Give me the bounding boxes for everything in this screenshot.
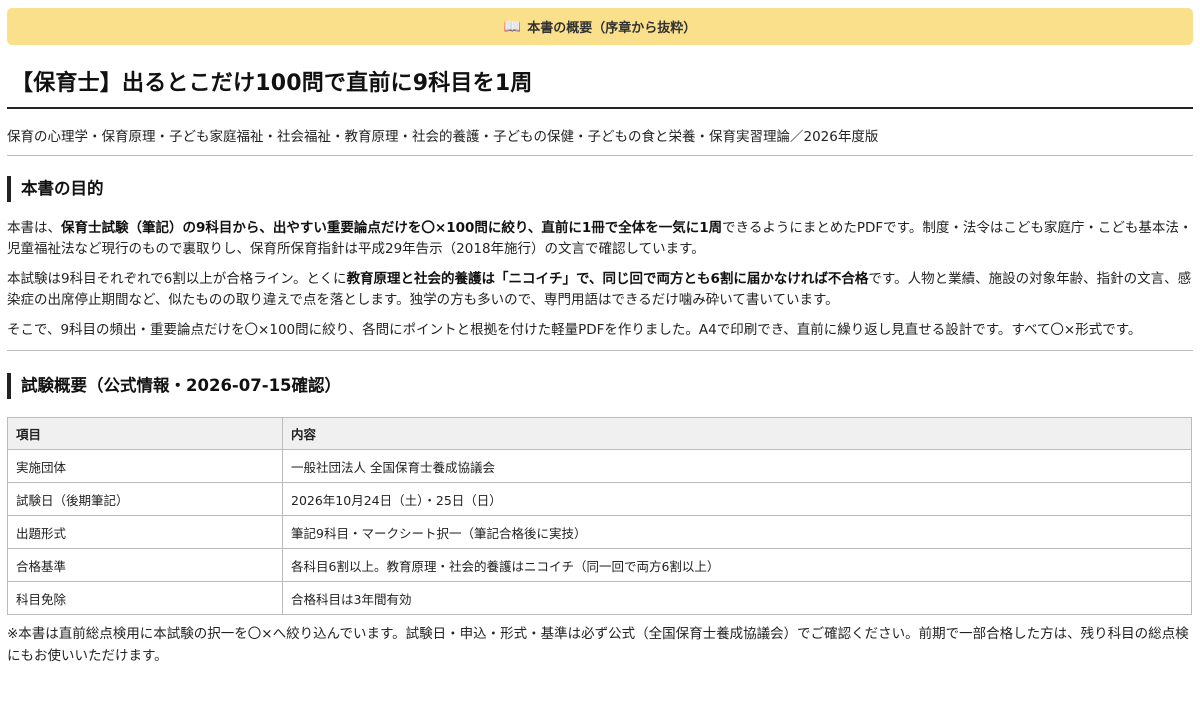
row-value: 筆記9科目・マークシート択一（筆記合格後に実技） — [282, 515, 1192, 549]
row-label: 合格基準 — [7, 548, 283, 582]
table-row: 出題形式 筆記9科目・マークシート択一（筆記合格後に実技） — [7, 515, 1192, 549]
purpose-heading: 本書の目的 — [7, 176, 1193, 202]
column-header-content: 内容 — [282, 417, 1192, 450]
row-label: 出題形式 — [7, 515, 283, 549]
emphasis-text: 教育原理と社会的養護は「ニコイチ」で、同じ回で両方とも6割に届かなければ不合格 — [346, 271, 869, 287]
emphasis-text: 保育士試験（筆記）の9科目から、出やすい重要論点だけを〇×100問に絞り、直前に… — [61, 220, 723, 236]
row-value: 各科目6割以上。教育原理・社会的養護はニコイチ（同一回で両方6割以上） — [282, 548, 1192, 582]
body-text: 本試験は9科目それぞれで6割以上が合格ライン。とくに — [7, 271, 347, 287]
book-icon: 📖 — [503, 18, 522, 35]
exam-heading: 試験概要（公式情報・2026-07-15確認） — [7, 373, 1193, 399]
column-header-item: 項目 — [7, 417, 283, 450]
page: 📖 本書の概要（序章から抜粋） 【保育士】出るとこだけ100問で直前に9科目を1… — [0, 0, 1200, 667]
row-value: 一般社団法人 全国保育士養成協議会 — [282, 449, 1192, 483]
subject-list: 保育の心理学・保育原理・子ども家庭福祉・社会福祉・教育原理・社会的養護・子どもの… — [7, 109, 1193, 156]
table-header-row: 項目 内容 — [7, 417, 1192, 450]
exam-table: 項目 内容 実施団体 一般社団法人 全国保育士養成協議会 試験日（後期筆記） 2… — [7, 417, 1192, 615]
banner-text: 本書の概要（序章から抜粋） — [527, 21, 697, 36]
table-row: 合格基準 各科目6割以上。教育原理・社会的養護はニコイチ（同一回で両方6割以上） — [7, 548, 1192, 582]
row-value: 2026年10月24日（土）・25日（日） — [282, 482, 1192, 516]
purpose-paragraph-2: 本試験は9科目それぞれで6割以上が合格ライン。とくに教育原理と社会的養護は「ニコ… — [7, 269, 1193, 311]
table-row: 試験日（後期筆記） 2026年10月24日（土）・25日（日） — [7, 482, 1192, 516]
page-title: 【保育士】出るとこだけ100問で直前に9科目を1周 — [7, 45, 1193, 109]
purpose-paragraph-3: そこで、9科目の頻出・重要論点だけを〇×100問に絞り、各問にポイントと根拠を付… — [7, 322, 1142, 338]
row-label: 科目免除 — [7, 581, 283, 615]
row-label: 試験日（後期筆記） — [7, 482, 283, 516]
table-row: 実施団体 一般社団法人 全国保育士養成協議会 — [7, 449, 1192, 483]
row-value: 合格科目は3年間有効 — [282, 581, 1192, 615]
body-text: 本書は、 — [7, 220, 61, 236]
table-row: 科目免除 合格科目は3年間有効 — [7, 581, 1192, 615]
section-divider — [7, 350, 1193, 351]
row-label: 実施団体 — [7, 449, 283, 483]
footnote: ※本書は直前総点検用に本試験の択一を〇×へ絞り込んでいます。試験日・申込・形式・… — [7, 626, 1189, 664]
overview-banner: 📖 本書の概要（序章から抜粋） — [7, 8, 1193, 45]
purpose-paragraph-1: 本書は、保育士試験（筆記）の9科目から、出やすい重要論点だけを〇×100問に絞り… — [7, 218, 1193, 260]
